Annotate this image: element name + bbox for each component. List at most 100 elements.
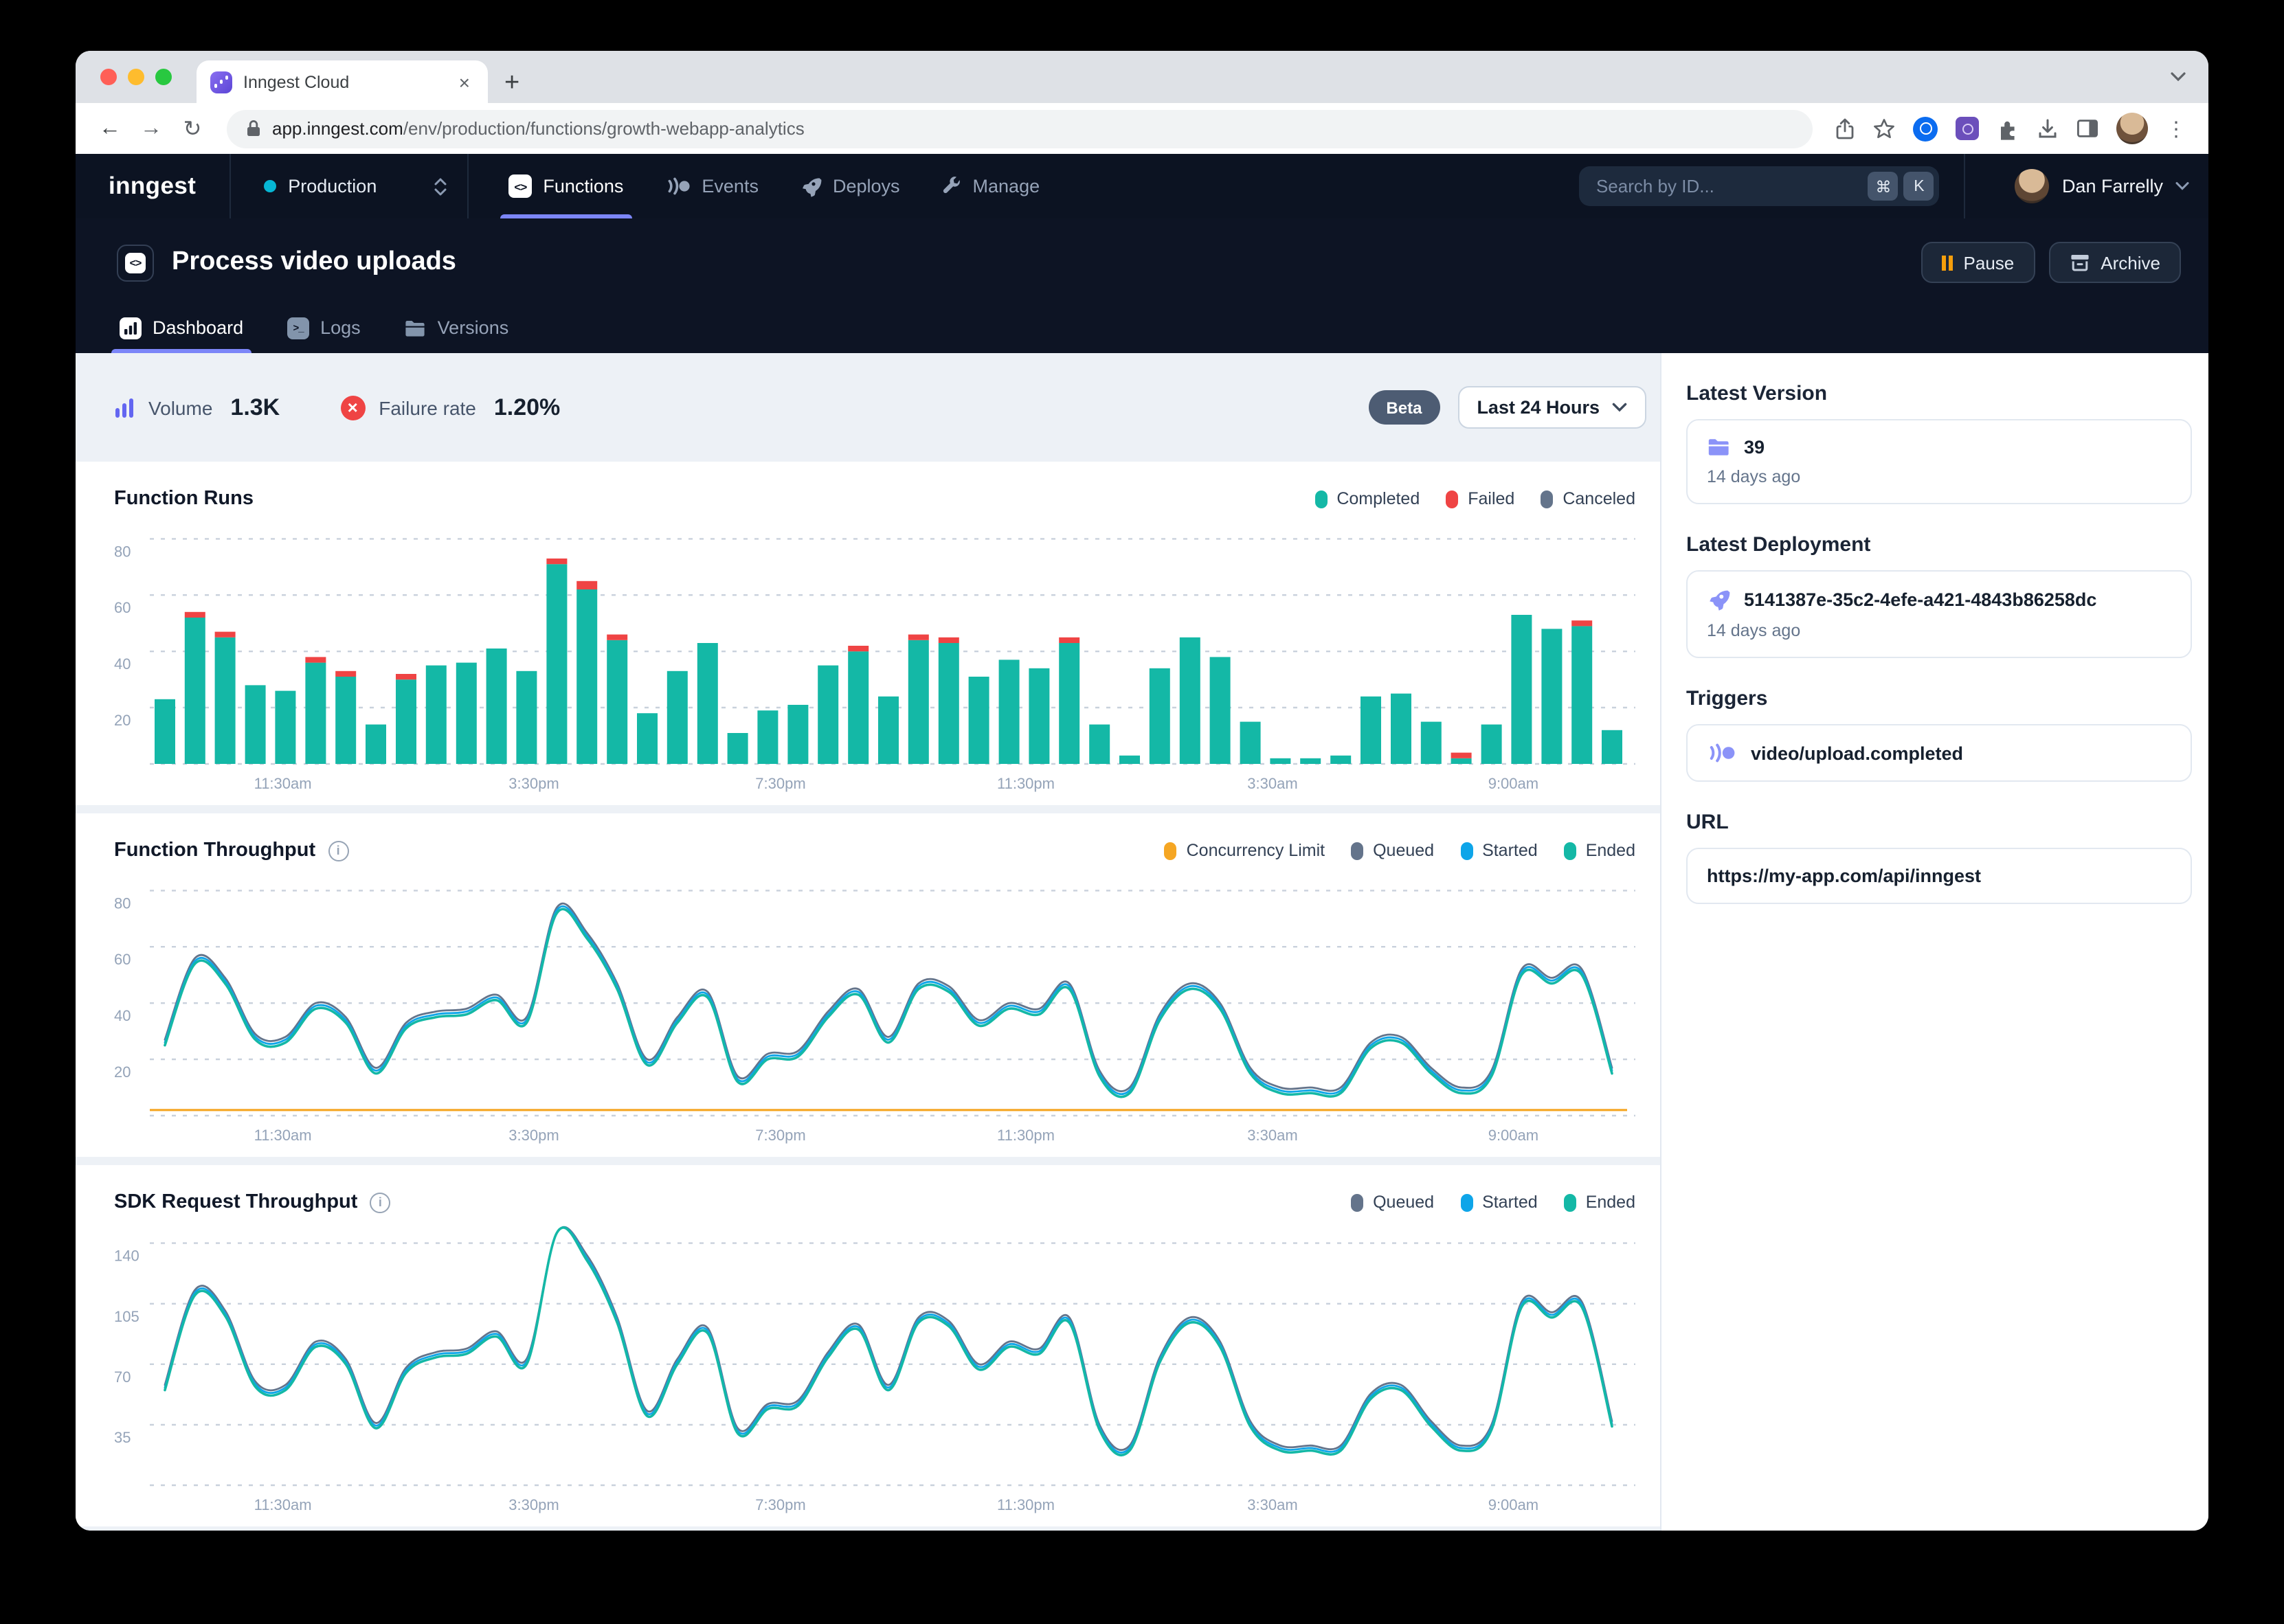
svg-text:70: 70 (114, 1368, 131, 1386)
svg-text:3:30am: 3:30am (1247, 1496, 1297, 1513)
svg-text:11:30am: 11:30am (254, 775, 312, 792)
extensions-puzzle-icon[interactable] (1997, 117, 2019, 139)
user-avatar (2015, 169, 2050, 203)
versions-folder-icon (405, 318, 427, 337)
browser-profile-avatar[interactable] (2116, 113, 2148, 144)
browser-tab[interactable]: Inngest Cloud × (197, 60, 488, 103)
sdk-request-throughput-chart: 357010514011:30am3:30pm7:30pm11:30pm3:30… (114, 1226, 1635, 1517)
volume-bars-icon (114, 396, 135, 418)
url-card: https://my-app.com/api/inngest (1686, 848, 2192, 904)
failure-rate-stat: Failure rate 1.20% (340, 394, 560, 421)
lock-icon (246, 120, 261, 137)
legend-dot (1351, 1193, 1363, 1211)
info-icon[interactable] (328, 840, 348, 861)
browser-menu-icon[interactable]: ⋮ (2166, 116, 2186, 141)
svg-text:11:30am: 11:30am (254, 1127, 312, 1144)
svg-text:3:30am: 3:30am (1247, 1127, 1297, 1144)
app-top-nav: inngest Production Functions Events (76, 154, 2208, 218)
chart-legend: QueuedStartedEnded (1351, 1193, 1635, 1212)
trigger-card: video/upload.completed (1686, 724, 2192, 782)
address-bar[interactable]: app.inngest.com/env/production/functions… (227, 109, 1813, 148)
tab-logs[interactable]: Logs (284, 302, 363, 353)
time-range-dropdown[interactable]: Last 24 Hours (1457, 386, 1646, 429)
archive-button[interactable]: Archive (2048, 242, 2181, 283)
password-manager-extension-icon[interactable] (1913, 116, 1938, 141)
legend-dot (1460, 842, 1473, 859)
svg-text:3:30am: 3:30am (1247, 775, 1297, 792)
svg-text:3:30pm: 3:30pm (508, 1496, 559, 1513)
new-tab-button[interactable]: + (504, 70, 519, 96)
tab-close-icon[interactable]: × (455, 71, 474, 93)
screen: Inngest Cloud × + ← → ↻ app.inngest.com/… (0, 0, 2284, 1624)
browser-actions: ⋮ (1835, 113, 2186, 144)
svg-text:40: 40 (114, 655, 131, 673)
forward-button[interactable]: → (133, 116, 169, 141)
legend-dot (1446, 490, 1458, 508)
tab-search-chevron-icon[interactable] (2170, 71, 2186, 82)
event-trigger-icon (1707, 742, 1737, 764)
svg-text:7:30pm: 7:30pm (755, 775, 805, 792)
triggers-group: Triggers video/upload.completed (1686, 687, 2192, 782)
minimize-window-button[interactable] (128, 69, 144, 85)
tab-dashboard[interactable]: Dashboard (117, 302, 246, 353)
nav-item-functions[interactable]: Functions (488, 154, 644, 218)
volume-label: Volume (148, 396, 212, 418)
function-icon (117, 244, 154, 281)
reload-button[interactable]: ↻ (175, 115, 210, 142)
legend-item-failed: Failed (1446, 489, 1514, 508)
svg-text:60: 60 (114, 951, 131, 968)
stats-bar: Volume 1.3K Failure rate 1.20% Beta Last… (76, 353, 1660, 462)
chart-title: Function Throughput (114, 839, 315, 861)
nav-item-manage[interactable]: Manage (921, 154, 1061, 218)
events-wave-icon (664, 176, 691, 196)
search-placeholder: Search by ID... (1596, 176, 1863, 196)
window-controls (100, 69, 172, 85)
url-heading: URL (1686, 811, 2192, 834)
nav-item-events[interactable]: Events (644, 154, 779, 218)
function-page-header: Process video uploads Pause Archive (76, 218, 2208, 353)
legend-dot (1541, 490, 1553, 508)
latest-version-heading: Latest Version (1686, 382, 2192, 405)
svg-text:7:30pm: 7:30pm (755, 1496, 805, 1513)
bookmark-star-icon[interactable] (1873, 118, 1895, 139)
legend-item-ended: Ended (1564, 1193, 1635, 1212)
close-window-button[interactable] (100, 69, 117, 85)
archive-icon (2069, 253, 2090, 272)
triggers-heading: Triggers (1686, 687, 2192, 710)
tab-versions[interactable]: Versions (402, 302, 512, 353)
legend-dot (1314, 490, 1327, 508)
manage-wrench-icon (941, 176, 962, 196)
sidebar-panel-icon[interactable] (2076, 118, 2098, 139)
failure-rate-value: 1.20% (494, 394, 560, 421)
k-key-badge: K (1904, 172, 1934, 201)
latest-deployment-group: Latest Deployment 5141387e-35c2-4efe-a42… (1686, 533, 2192, 658)
logs-terminal-icon (287, 317, 309, 339)
purple-extension-icon[interactable] (1956, 117, 1979, 140)
functions-code-icon (508, 174, 532, 198)
legend-item-queued: Queued (1351, 1193, 1434, 1212)
svg-text:3:30pm: 3:30pm (508, 775, 559, 792)
latest-version-card: 39 14 days ago (1686, 419, 2192, 504)
pause-button[interactable]: Pause (1921, 242, 2035, 283)
back-button[interactable]: ← (92, 116, 128, 141)
legend-item-queued: Queued (1351, 841, 1434, 860)
nav-item-deploys[interactable]: Deploys (779, 154, 921, 218)
info-icon[interactable] (370, 1192, 390, 1213)
download-icon[interactable] (2037, 117, 2059, 139)
legend-dot (1460, 1193, 1473, 1211)
share-icon[interactable] (1835, 117, 1855, 139)
legend-item-canceled: Canceled (1541, 489, 1635, 508)
svg-text:11:30am: 11:30am (254, 1496, 312, 1513)
search-input[interactable]: Search by ID... ⌘ K (1580, 166, 1940, 206)
legend-dot (1564, 842, 1576, 859)
chart-legend: CompletedFailedCanceled (1314, 489, 1635, 508)
function-throughput-chart: 2040608011:30am3:30pm7:30pm11:30pm3:30am… (114, 874, 1635, 1147)
svg-text:11:30pm: 11:30pm (997, 1496, 1055, 1513)
maximize-window-button[interactable] (155, 69, 172, 85)
inngest-logo[interactable]: inngest (76, 172, 229, 201)
beta-badge: Beta (1368, 390, 1440, 425)
latest-deployment-heading: Latest Deployment (1686, 533, 2192, 556)
user-menu[interactable]: Dan Farrelly (1991, 169, 2208, 203)
environment-switcher[interactable]: Production (230, 175, 467, 197)
svg-text:7:30pm: 7:30pm (755, 1127, 805, 1144)
